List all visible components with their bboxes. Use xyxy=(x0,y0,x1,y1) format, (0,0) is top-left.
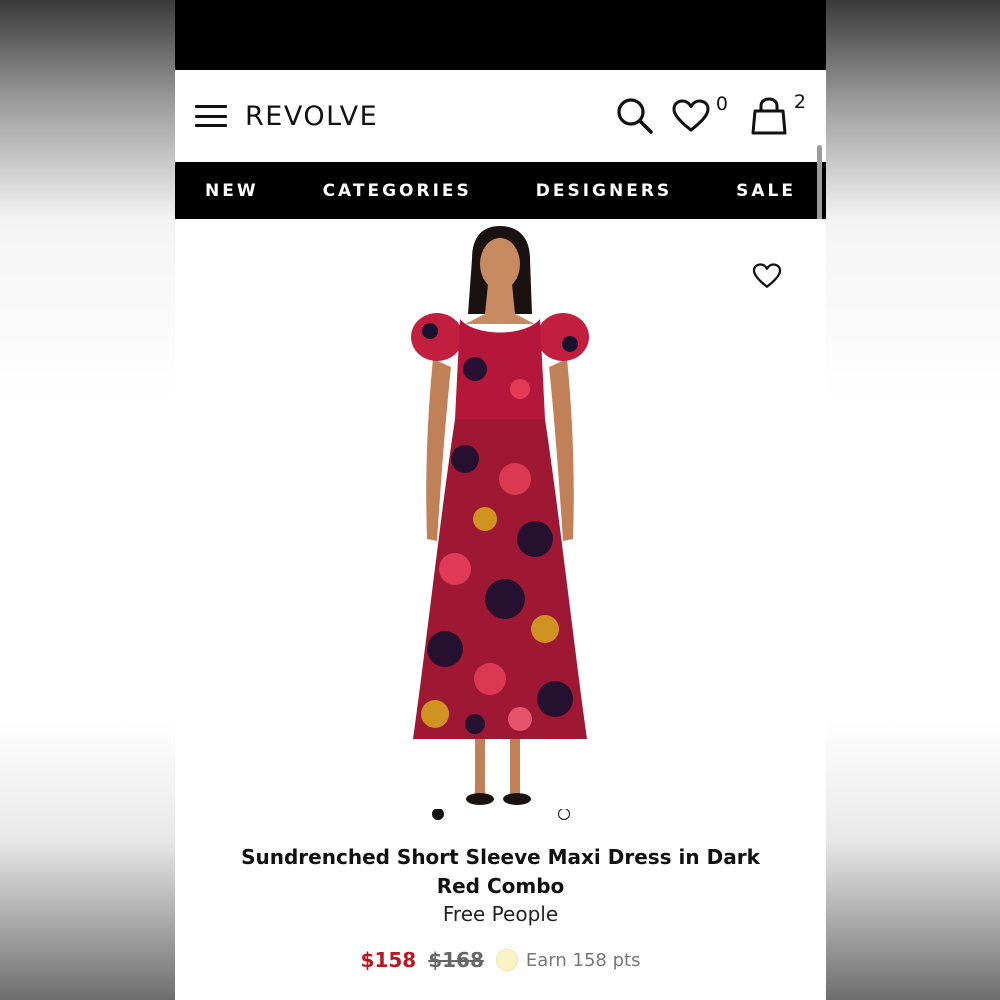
product-title: Sundrenched Short Sleeve Maxi Dress in D… xyxy=(241,845,760,898)
menu-icon[interactable] xyxy=(195,105,227,127)
heart-icon xyxy=(672,99,710,132)
nav-item-sale[interactable]: SALE xyxy=(736,181,796,201)
shopping-bag-button[interactable]: 2 xyxy=(750,91,806,135)
sale-price: $158 xyxy=(360,948,417,972)
carousel-dot-2[interactable] xyxy=(557,808,570,820)
carousel-dot-1[interactable] xyxy=(431,808,444,820)
header-icons: 0 2 xyxy=(616,91,806,135)
nav-item-designers[interactable]: DESIGNERS xyxy=(536,181,672,201)
revolve-logo[interactable]: REVOLVE xyxy=(245,101,378,132)
nav-item-new[interactable]: NEW xyxy=(205,181,259,201)
nav-item-categories[interactable]: CATEGORIES xyxy=(323,181,472,201)
background-left xyxy=(0,0,175,1000)
add-to-wishlist-button[interactable] xyxy=(752,263,782,293)
model-photo xyxy=(411,226,589,805)
status-bar xyxy=(175,0,826,70)
search-icon xyxy=(617,98,653,134)
price-row: $158 $168 Earn 158 pts xyxy=(175,948,826,972)
phone-screen: REVOLVE 0 2 NEW CATEGORIES DESIGNERS SAL… xyxy=(175,0,826,1000)
bag-count: 2 xyxy=(793,91,806,113)
original-price: $168 xyxy=(428,948,484,972)
shopping-bag-icon xyxy=(751,97,787,135)
background-right xyxy=(826,0,1000,1000)
wishlist-button[interactable]: 0 xyxy=(672,93,728,133)
header: REVOLVE 0 2 xyxy=(175,70,826,350)
heart-icon xyxy=(752,263,782,288)
search-button[interactable] xyxy=(616,97,654,135)
reward-points: Earn 158 pts xyxy=(525,949,641,971)
category-nav: NEW CATEGORIES DESIGNERS SALE xyxy=(175,162,826,219)
wishlist-count: 0 xyxy=(715,93,728,115)
product-brand[interactable]: Free People xyxy=(175,902,826,926)
points-coin-icon xyxy=(495,949,518,971)
product-image[interactable] xyxy=(175,219,826,809)
